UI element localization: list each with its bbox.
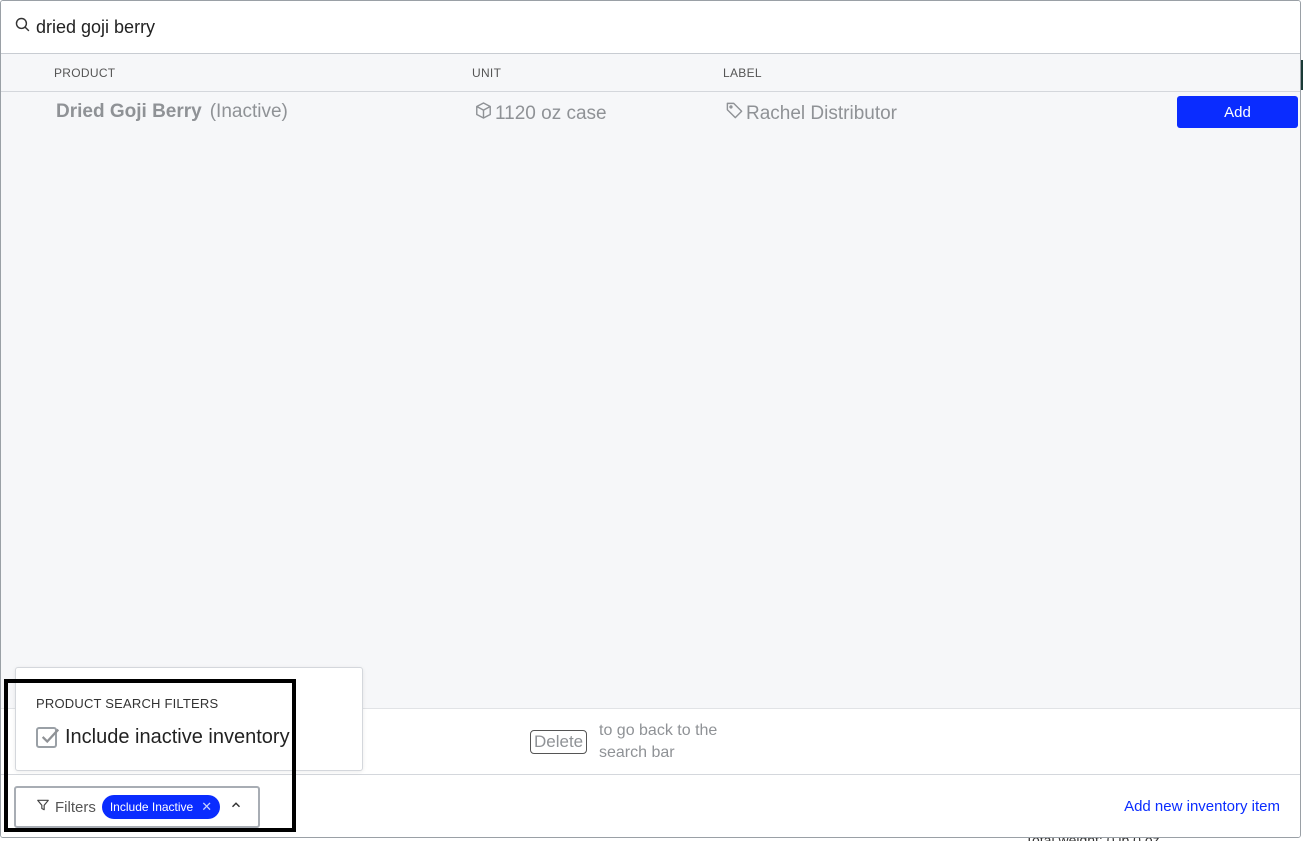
results-table-header: PRODUCT UNIT LABEL (1, 54, 1300, 92)
filter-icon (36, 798, 55, 816)
search-input[interactable] (36, 16, 1236, 38)
checkmark-icon (41, 728, 60, 744)
include-inactive-chip[interactable]: Include Inactive ✕ (101, 795, 221, 819)
add-new-inventory-item-link[interactable]: Add new inventory item (1124, 798, 1280, 815)
close-icon[interactable]: ✕ (201, 799, 212, 815)
unit-value: 1120 oz case (495, 102, 607, 124)
include-inactive-checkbox[interactable] (36, 727, 60, 748)
add-button[interactable]: Add (1177, 96, 1298, 128)
include-inactive-option[interactable]: Include inactive inventory (36, 726, 290, 749)
chip-label: Include Inactive (109, 800, 194, 814)
chevron-up-icon[interactable] (220, 798, 248, 816)
tag-icon (725, 101, 746, 126)
search-bar (1, 1, 1300, 54)
label-cell: Rachel Distributor (725, 101, 897, 126)
inactive-status: (Inactive) (209, 101, 288, 122)
box-icon (474, 101, 495, 126)
include-inactive-label: Include inactive inventory (65, 726, 290, 748)
column-header-unit: UNIT (472, 66, 502, 80)
unit-cell: 1120 oz case (474, 101, 607, 126)
product-search-filters-popover: PRODUCT SEARCH FILTERS Include inactive … (15, 667, 363, 771)
delete-key-badge: Delete (530, 730, 588, 754)
product-cell: Dried Goji Berry (Inactive) (56, 101, 288, 123)
column-header-label: LABEL (723, 66, 762, 80)
product-search-modal: PRODUCT UNIT LABEL Dried Goji Berry (Ina… (0, 0, 1301, 838)
hint-text: to go back to the search bar (599, 722, 718, 761)
filters-label: Filters (55, 798, 96, 816)
popover-title: PRODUCT SEARCH FILTERS (36, 696, 219, 711)
search-icon (14, 16, 31, 38)
product-name: Dried Goji Berry (56, 101, 202, 122)
label-value: Rachel Distributor (746, 102, 897, 124)
filters-button[interactable]: Filters Include Inactive ✕ (14, 786, 260, 828)
column-header-product: PRODUCT (54, 66, 116, 80)
modal-footer: Filters Include Inactive ✕ Add new inven… (1, 774, 1300, 837)
table-row[interactable]: Dried Goji Berry (Inactive) 1120 oz case… (1, 93, 1300, 131)
